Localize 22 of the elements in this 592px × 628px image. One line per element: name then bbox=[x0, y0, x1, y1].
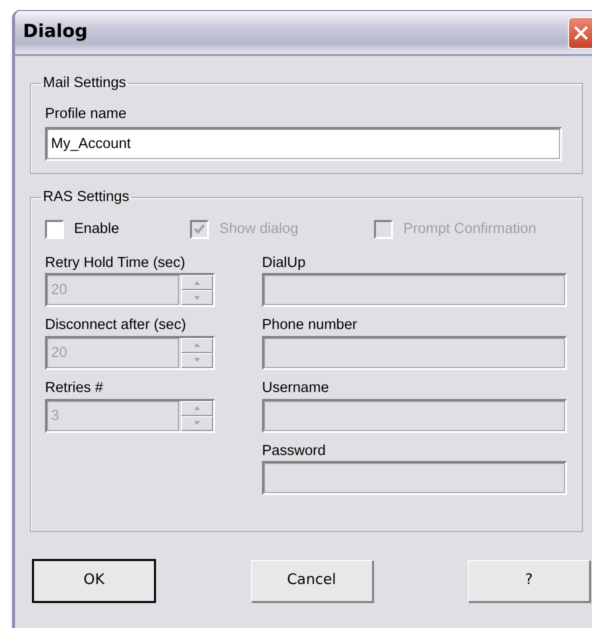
close-icon bbox=[572, 24, 588, 40]
checkbox[interactable] bbox=[45, 220, 64, 239]
field-label: Profile name bbox=[45, 106, 128, 123]
dialog-button[interactable]: OK bbox=[33, 560, 155, 602]
field-label: Retry Hold Time (sec) bbox=[45, 254, 186, 272]
group-title: RAS Settings bbox=[42, 190, 130, 206]
profile-name-field[interactable]: My_Account bbox=[45, 126, 562, 161]
field-label: DialUp bbox=[262, 254, 307, 272]
window-title: Dialog bbox=[23, 22, 88, 43]
field-label: Username bbox=[262, 380, 330, 397]
close-button[interactable] bbox=[568, 16, 592, 48]
field-label: Phone number bbox=[262, 317, 358, 334]
field-label: Disconnect after (sec) bbox=[45, 317, 188, 334]
dialog-button[interactable]: ? bbox=[468, 560, 590, 602]
field-label: Password bbox=[262, 442, 327, 460]
checkbox-label: Enable bbox=[74, 220, 120, 238]
check-icon bbox=[193, 222, 206, 236]
checkbox-label: Prompt Confirmation bbox=[403, 220, 536, 238]
field-label: Retries # bbox=[45, 380, 104, 397]
checkbox-label: Show dialog bbox=[219, 220, 298, 238]
group-title: Mail Settings bbox=[42, 76, 128, 92]
dialog-button[interactable]: Cancel bbox=[250, 560, 372, 602]
